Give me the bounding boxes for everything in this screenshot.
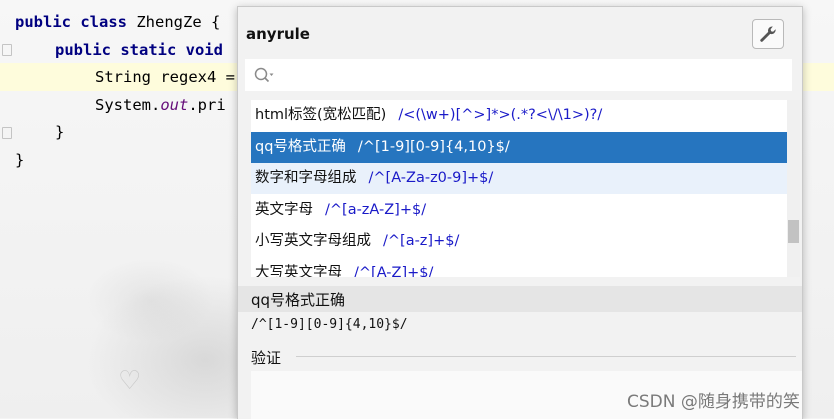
detail-rule-name: qq号格式正确 [251,291,346,309]
code-token: System. [95,96,161,114]
code-line[interactable]: String regex4 = [95,63,235,91]
code-token: out [160,96,189,114]
code-line[interactable]: System.out.pri [95,91,226,119]
scrollbar-thumb[interactable] [788,220,799,243]
rule-name: 小写英文字母组成 [255,233,371,249]
search-icon [254,67,274,83]
code-line[interactable]: } [55,118,64,146]
wrench-icon [760,26,776,42]
rule-pattern: /^[a-zA-Z]+$/ [325,201,427,218]
detail-pattern[interactable]: /^[1-9][0-9]{4,10}$/ [251,317,408,332]
list-item[interactable]: 英文字母 /^[a-zA-Z]+$/ [251,195,787,226]
code-line[interactable]: public class ZhengZe { [15,8,220,36]
rule-pattern: /<(\w+)[^>]*>(.*?<\/\1>)?/ [398,107,603,123]
rule-pattern: /^[A-Z]+$/ [354,264,434,278]
search-input[interactable] [245,59,792,91]
rule-name: 英文字母 [255,201,313,218]
code-token: public static void [55,41,223,59]
code-line[interactable]: } [15,146,24,174]
code-token: String regex4 = [95,68,235,86]
divider [296,356,796,357]
list-item[interactable]: html标签(宽松匹配) /<(\w+)[^>]*>(.*?<\/\1>)?/ [251,100,787,131]
rule-pattern: /^[A-Za-z0-9]+$/ [368,170,494,186]
scrollbar[interactable] [787,100,800,277]
rule-name: html标签(宽松匹配) [255,107,387,123]
list-item[interactable]: 数字和字母组成 /^[A-Za-z0-9]+$/ [251,163,787,194]
popup-title: anyrule [246,25,310,43]
code-token: .pri [188,96,226,114]
rule-list[interactable]: html标签(宽松匹配) /<(\w+)[^>]*>(.*?<\/\1>)?/ qq… [251,100,787,277]
anyrule-popup: anyrule html标签(宽松匹配) /<(\w+)[^>]*>(.*?<\/… [237,6,803,419]
list-item[interactable]: 小写英文字母组成 /^[a-z]+$/ [251,226,787,257]
rule-name: 数字和字母组成 [255,170,357,186]
code-token: } [55,123,65,141]
code-token: public class [15,13,137,31]
watermark: CSDN @随身携带的笑 [627,392,800,412]
verify-label: 验证 [251,347,286,368]
rule-pattern: /^[1-9][0-9]{4,10}$/ [357,138,510,155]
code-token: ZhengZe { [136,13,221,31]
list-item[interactable]: 大写英文字母 /^[A-Z]+$/ [251,258,787,278]
rule-name: qq号格式正确 [255,138,346,155]
list-item[interactable]: qq号格式正确 /^[1-9][0-9]{4,10}$/ [251,131,787,163]
code-token: } [15,151,25,169]
code-line[interactable]: public static void [55,36,223,64]
rule-pattern: /^[a-z]+$/ [383,233,460,249]
settings-button[interactable] [752,19,784,49]
rule-name: 大写英文字母 [255,264,342,278]
